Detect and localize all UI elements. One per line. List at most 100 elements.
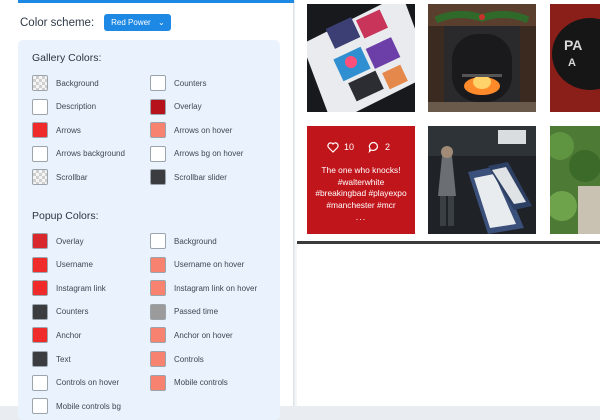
color-swatch[interactable]: [32, 75, 48, 91]
color-label: Text: [56, 354, 71, 364]
color-swatch[interactable]: [32, 280, 48, 297]
popup-color-mobile-controls-bg[interactable]: Mobile controls bg: [32, 397, 121, 415]
more-indicator: ...: [355, 212, 367, 222]
photo-cap: PA A: [550, 4, 600, 112]
comments-count: 2: [385, 142, 391, 152]
color-label: Background: [174, 236, 217, 246]
popup-color-mobile-controls[interactable]: Mobile controls: [150, 374, 228, 392]
color-label: Description: [56, 102, 97, 112]
gallery-color-scrollbar[interactable]: Scrollbar: [32, 168, 88, 186]
color-swatch[interactable]: [150, 98, 166, 115]
gallery-color-arrows-on-hover[interactable]: Arrows on hover: [150, 121, 232, 139]
color-swatch[interactable]: [150, 303, 166, 320]
color-swatch[interactable]: [32, 98, 48, 115]
color-swatch[interactable]: [32, 122, 48, 139]
gallery-color-overlay[interactable]: Overlay: [150, 98, 202, 116]
gallery-color-arrows-background[interactable]: Arrows background: [32, 145, 125, 163]
color-swatch[interactable]: [150, 327, 166, 344]
panel-top-accent: [18, 0, 294, 3]
color-scheme-label: Color scheme:: [20, 16, 95, 29]
color-label: Mobile controls: [174, 378, 228, 388]
color-swatch[interactable]: [150, 256, 166, 273]
popup-colors-title: Popup Colors:: [32, 210, 99, 222]
color-label: Counters: [56, 307, 89, 317]
color-swatch[interactable]: [32, 327, 48, 344]
popup-color-text[interactable]: Text: [32, 350, 71, 368]
color-label: Scrollbar slider: [174, 172, 227, 182]
popup-color-anchor-on-hover[interactable]: Anchor on hover: [150, 326, 233, 344]
color-label: Arrows background: [56, 149, 125, 159]
page-lower-area: [297, 244, 600, 406]
color-scheme-select[interactable]: Red Power ⌄: [104, 14, 171, 31]
gallery-color-background[interactable]: Background: [32, 74, 99, 92]
popup-color-instagram-link-on-hover[interactable]: Instagram link on hover: [150, 279, 257, 297]
color-swatch[interactable]: [32, 398, 48, 415]
popup-color-anchor[interactable]: Anchor: [32, 326, 81, 344]
gallery-colors-title: Gallery Colors:: [32, 52, 102, 64]
popup-color-instagram-link[interactable]: Instagram link: [32, 279, 106, 297]
popup-color-controls-on-hover[interactable]: Controls on hover: [32, 374, 119, 392]
color-label: Scrollbar: [56, 172, 88, 182]
gallery-tile-cap[interactable]: PA A: [550, 4, 600, 112]
color-swatch[interactable]: [32, 233, 48, 249]
photo-app-screens: [307, 4, 415, 112]
color-swatch[interactable]: [150, 351, 166, 367]
post-stats: 10 2: [327, 141, 404, 153]
color-swatch[interactable]: [32, 303, 48, 320]
color-label: Overlay: [174, 102, 202, 112]
gallery-color-scrollbar-slider[interactable]: Scrollbar slider: [150, 168, 227, 186]
color-swatch[interactable]: [150, 280, 166, 297]
color-label: Instagram link: [56, 283, 106, 293]
gallery-tile-fireplace[interactable]: [428, 4, 536, 112]
popup-color-passed-time[interactable]: Passed time: [150, 303, 218, 321]
popup-color-controls[interactable]: Controls: [150, 350, 204, 368]
gallery-preview: PA A 10 2 The one who knocks! #walterwhi…: [295, 0, 600, 406]
gallery-color-arrows[interactable]: Arrows: [32, 121, 81, 139]
gallery-color-arrows-bg-on-hover[interactable]: Arrows bg on hover: [150, 145, 243, 163]
colors-settings-box: Gallery Colors: Background Counters Descrip…: [18, 40, 280, 420]
color-swatch[interactable]: [150, 374, 166, 391]
popup-color-overlay[interactable]: Overlay: [32, 232, 84, 250]
color-label: Arrows: [56, 125, 81, 135]
gallery-tile-post-overlay[interactable]: 10 2 The one who knocks! #walterwhite #b…: [307, 126, 415, 234]
color-label: Overlay: [56, 236, 84, 246]
color-swatch[interactable]: [150, 169, 166, 186]
color-label: Background: [56, 78, 99, 88]
color-swatch[interactable]: [32, 351, 48, 367]
photo-garden: [550, 126, 600, 234]
settings-panel: Color scheme: Red Power ⌄ Gallery Colors…: [0, 0, 294, 420]
color-label: Anchor on hover: [174, 330, 233, 340]
color-label: Arrows bg on hover: [174, 149, 244, 159]
color-label: Controls: [174, 354, 204, 364]
gallery-tile-app-screens[interactable]: [307, 4, 415, 112]
color-label: Counters: [174, 78, 207, 88]
color-scheme-row: Color scheme: Red Power ⌄: [20, 14, 171, 31]
gallery-tile-arcade[interactable]: [428, 126, 536, 234]
color-label: Username on hover: [174, 260, 245, 270]
color-swatch[interactable]: [32, 145, 48, 162]
gallery-tile-garden[interactable]: [550, 126, 600, 234]
color-scheme-value: Red Power: [111, 18, 151, 27]
color-swatch[interactable]: [150, 75, 166, 91]
gallery-color-counters[interactable]: Counters: [150, 74, 206, 92]
color-label: Mobile controls bg: [56, 401, 121, 411]
svg-text:A: A: [568, 57, 576, 69]
heart-icon: [327, 141, 339, 153]
gallery-color-description[interactable]: Description: [32, 98, 96, 116]
photo-fireplace: [428, 4, 536, 112]
popup-color-counters[interactable]: Counters: [32, 303, 88, 321]
comment-icon: [368, 141, 378, 153]
color-label: Passed time: [174, 307, 219, 317]
color-swatch[interactable]: [150, 233, 166, 249]
color-swatch[interactable]: [150, 145, 166, 162]
color-swatch[interactable]: [32, 374, 48, 391]
color-label: Controls on hover: [56, 378, 120, 388]
photo-arcade: [428, 126, 536, 234]
popup-color-background[interactable]: Background: [150, 232, 217, 250]
popup-color-username-on-hover[interactable]: Username on hover: [150, 256, 244, 274]
popup-color-username[interactable]: Username: [32, 256, 93, 274]
color-swatch[interactable]: [32, 169, 48, 186]
likes-count: 10: [344, 142, 355, 152]
color-swatch[interactable]: [150, 122, 166, 139]
color-swatch[interactable]: [32, 256, 48, 273]
